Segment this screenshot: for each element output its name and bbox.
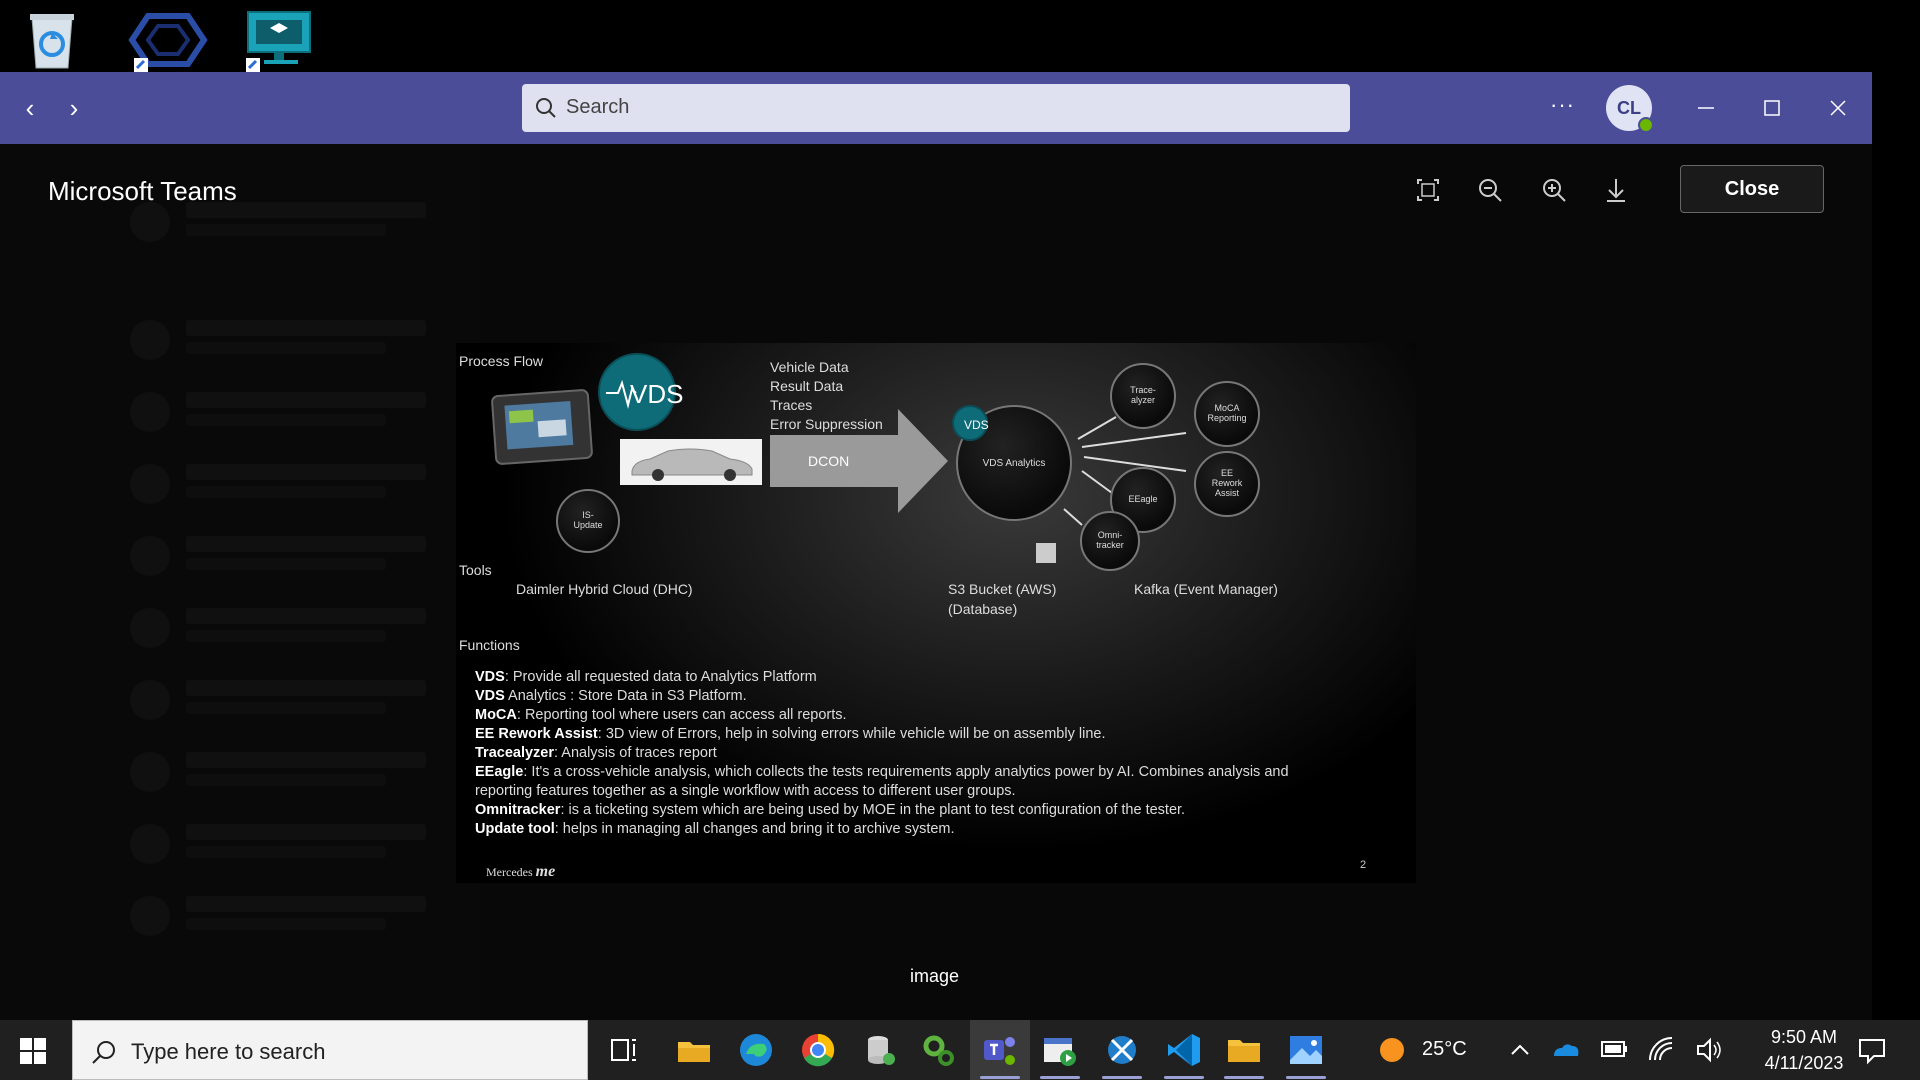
photos-icon[interactable] <box>1286 1030 1326 1079</box>
wifi-icon[interactable] <box>1642 1030 1682 1070</box>
vscode-icon[interactable] <box>1164 1030 1204 1079</box>
kafka-label: Kafka (Event Manager) <box>1134 581 1278 597</box>
zoom-out-icon[interactable] <box>1470 170 1510 210</box>
zoom-in-icon[interactable] <box>1534 170 1574 210</box>
function-line: VDS Analytics : Store Data in S3 Platfor… <box>475 688 747 704</box>
search-icon <box>536 98 556 118</box>
omnitracker-label: Omni- tracker <box>1096 530 1124 550</box>
functions-label: Functions <box>459 637 520 653</box>
remote-classroom-icon[interactable] <box>244 8 312 72</box>
ee-rework-label: EE Rework Assist <box>1211 468 1243 498</box>
edge-browser-icon[interactable] <box>736 1030 776 1070</box>
function-line: MoCA: Reporting tool where users can acc… <box>475 707 847 723</box>
search-input[interactable]: Search <box>522 84 1350 132</box>
function-line: EE Rework Assist: 3D view of Errors, hel… <box>475 726 1106 742</box>
back-arrow-icon[interactable]: ‹ <box>16 94 44 122</box>
viewer-title: Microsoft Teams <box>48 176 237 206</box>
taskbar: Type here to search 25°C 9:50 AM 4/11/20… <box>0 1020 1920 1080</box>
windows-start-icon[interactable] <box>18 1036 48 1066</box>
folder-icon[interactable] <box>1224 1030 1264 1079</box>
teams-icon <box>984 1037 1015 1065</box>
clock-date: 4/11/2023 <box>1764 1053 1844 1073</box>
function-line: VDS: Provide all requested data to Analy… <box>475 669 817 685</box>
dev-tool-icon[interactable] <box>1102 1030 1142 1079</box>
moca-node: MoCA Reporting <box>1194 381 1260 447</box>
tracealyzer-label: Trace- alyzer <box>1130 385 1156 405</box>
search-icon <box>92 1041 115 1064</box>
tools-label: Tools <box>459 562 492 578</box>
s3-label-line1: S3 Bucket (AWS) <box>948 581 1057 597</box>
slide-page-number: 2 <box>1360 859 1367 871</box>
settings-gear-icon[interactable] <box>918 1030 958 1070</box>
title-bar: ‹ › Search ··· CL <box>0 72 1872 144</box>
avatar-initials: CL <box>1617 98 1641 118</box>
fit-to-screen-icon[interactable] <box>1408 170 1448 210</box>
ee-rework-node: EE Rework Assist <box>1194 451 1260 517</box>
taskbar-search-placeholder: Type here to search <box>131 1039 326 1064</box>
window-close-button[interactable] <box>1820 90 1856 126</box>
close-button[interactable]: Close <box>1680 165 1824 213</box>
function-line: Omnitracker: is a ticketing system which… <box>475 802 1186 818</box>
omnitracker-node: Omni- tracker <box>1080 511 1140 571</box>
teams-taskbar-button[interactable] <box>970 1020 1030 1080</box>
dhc-label: Daimler Hybrid Cloud (DHC) <box>516 581 693 597</box>
function-line: Tracealyzer: Analysis of traces report <box>475 745 717 761</box>
presence-available-icon <box>1638 117 1654 133</box>
more-options-icon[interactable]: ··· <box>1550 92 1575 118</box>
download-icon[interactable] <box>1596 170 1636 210</box>
chrome-browser-icon[interactable] <box>798 1030 838 1070</box>
image-caption: image <box>910 966 960 986</box>
moca-label: MoCA Reporting <box>1207 403 1247 423</box>
function-line: EEagle: It's a cross-vehicle analysis, w… <box>475 764 1289 780</box>
mercedes-me-logo: Mercedes me <box>486 863 556 880</box>
file-explorer-icon[interactable] <box>674 1030 714 1070</box>
clock-time: 9:50 AM <box>1770 1027 1838 1047</box>
onedrive-cloud-icon[interactable] <box>1546 1030 1586 1070</box>
app-shortcut-icon[interactable] <box>128 8 208 72</box>
s3-label-line2: (Database) <box>948 601 1018 617</box>
volume-icon[interactable] <box>1690 1030 1730 1070</box>
notification-center-icon[interactable] <box>1852 1030 1892 1070</box>
battery-icon[interactable] <box>1594 1030 1634 1070</box>
recycle-bin-icon[interactable] <box>22 8 90 72</box>
avatar[interactable]: CL <box>1606 85 1654 133</box>
minimize-button[interactable] <box>1688 90 1724 126</box>
weather-temperature[interactable]: 25°C <box>1422 1038 1467 1061</box>
maximize-button[interactable] <box>1754 90 1790 126</box>
forward-arrow-icon[interactable]: › <box>60 94 88 122</box>
function-line: Update tool: helps in managing all chang… <box>475 821 955 837</box>
slide-image: Process Flow VDS IS- Update Vehicle Data… <box>456 343 1416 883</box>
weather-sun-icon[interactable] <box>1374 1030 1414 1070</box>
database-tool-icon[interactable] <box>860 1030 900 1070</box>
omnitracker-icon <box>1036 543 1056 563</box>
task-view-icon[interactable] <box>604 1030 644 1070</box>
search-placeholder: Search <box>566 96 630 118</box>
taskbar-search-input[interactable]: Type here to search <box>72 1020 588 1080</box>
function-line: reporting features together as a single … <box>475 783 1016 799</box>
eeagle-label: EEagle <box>1128 494 1158 505</box>
tracealyzer-node: Trace- alyzer <box>1110 363 1176 429</box>
media-creator-icon[interactable] <box>1040 1030 1080 1079</box>
chevron-up-icon[interactable] <box>1500 1030 1540 1070</box>
clock[interactable]: 9:50 AM 4/11/2023 <box>1744 1024 1864 1076</box>
